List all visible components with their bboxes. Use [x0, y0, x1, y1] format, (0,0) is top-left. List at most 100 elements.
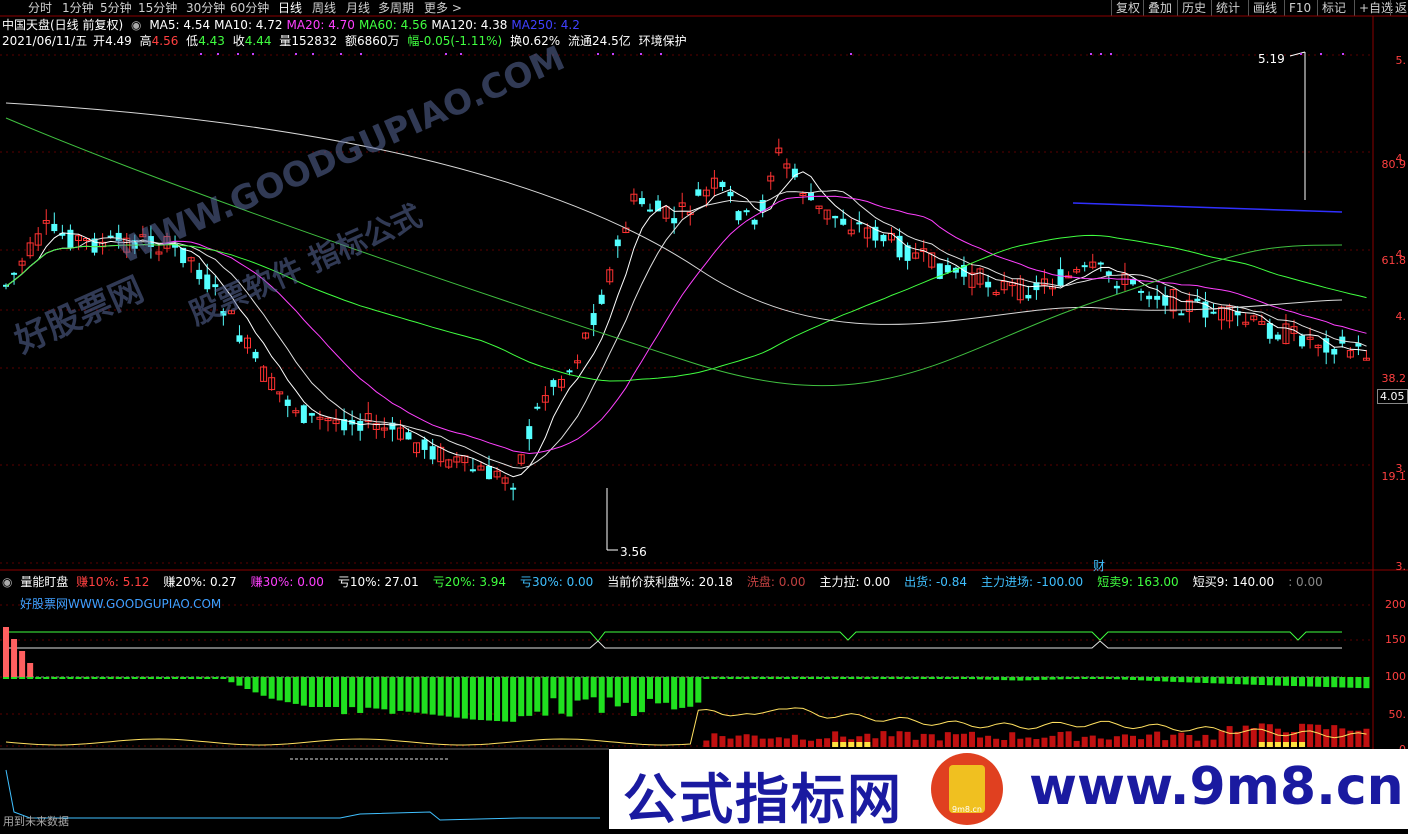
green-bar: [19, 677, 26, 679]
indicator-label-13: :: [1288, 575, 1297, 589]
green-bar: [1250, 677, 1257, 685]
green-bar: [1081, 677, 1088, 679]
green-bar: [59, 677, 66, 679]
green-bar: [1138, 677, 1145, 681]
candle-down: [236, 335, 243, 342]
indicator-settings-icon[interactable]: ◉: [2, 575, 12, 589]
green-bar: [469, 677, 476, 720]
indicator-label-8: 主力拉:: [819, 575, 864, 589]
green-bar: [1307, 677, 1314, 687]
green-bar: [502, 677, 509, 722]
red-bottom-bar: [816, 738, 823, 747]
price-axis-label: 4.: [1395, 310, 1407, 323]
green-bar: [590, 677, 597, 698]
future-data-note: 用到未来数据: [3, 815, 69, 828]
red-bottom-bar: [1331, 725, 1338, 747]
green-bar: [1363, 677, 1370, 689]
green-bar: [1186, 677, 1193, 683]
indicator-label-7: 洗盘:: [746, 575, 779, 589]
green-bar: [1017, 677, 1024, 681]
ad-banner[interactable]: 公式指标网 9m8.cn www.9m8.cn: [609, 749, 1408, 831]
green-bar: [534, 677, 541, 712]
green-bar: [985, 677, 992, 680]
finance-marker[interactable]: 财: [1093, 557, 1105, 574]
indicator-header: ◉ 量能盯盘 赚10%: 5.12 赚20%: 0.27 赚30%: 0.00 亏10…: [2, 574, 1341, 590]
chart-canvas[interactable]: [0, 0, 1408, 829]
green-bar: [252, 677, 259, 693]
green-bar: [840, 677, 847, 679]
green-bar: [1339, 677, 1346, 688]
green-bar: [647, 677, 653, 699]
red-bottom-bar: [1178, 732, 1185, 747]
signal-dot: [640, 53, 642, 55]
green-bar: [1274, 677, 1281, 686]
current-price-tag: 4.05: [1377, 389, 1408, 404]
green-bar: [622, 677, 629, 703]
green-bar: [1202, 677, 1209, 683]
green-bar: [872, 677, 879, 679]
green-bar: [341, 677, 348, 715]
green-bar: [1146, 677, 1153, 681]
green-bar: [300, 677, 307, 706]
green-bar: [308, 677, 315, 707]
green-bar: [1266, 677, 1273, 686]
ad-logo-icon: 9m8.cn: [931, 753, 1003, 825]
candle-down: [614, 239, 621, 247]
signal-dot: [1320, 53, 1322, 55]
green-bar: [453, 677, 460, 718]
candle-down: [357, 420, 364, 431]
green-bar: [1009, 677, 1016, 681]
red-bottom-bar: [775, 737, 782, 747]
candle-down: [985, 281, 992, 288]
green-bar: [582, 677, 589, 700]
yellow-bottom-bar: [1258, 742, 1265, 747]
green-bar: [1001, 677, 1008, 681]
green-bar: [11, 677, 18, 679]
candle-down: [695, 189, 702, 196]
red-bottom-bar: [824, 738, 831, 747]
yellow-bottom-bar: [1274, 742, 1281, 747]
green-bar: [180, 677, 187, 679]
green-bar: [123, 677, 130, 679]
candle-down: [1194, 298, 1201, 302]
green-bar: [244, 677, 251, 689]
indicator-value-4: 3.94: [479, 575, 507, 589]
green-bar: [510, 677, 517, 722]
green-bar: [896, 677, 903, 679]
white-top-line: [6, 640, 1342, 649]
green-bar: [542, 677, 549, 716]
pct-axis-label: 61.8: [1381, 254, 1407, 267]
red-bottom-bar: [783, 738, 790, 747]
indicator-value-10: -100.00: [1036, 575, 1084, 589]
green-bar: [1065, 677, 1072, 680]
green-bar: [1299, 677, 1306, 687]
candle-down: [308, 413, 315, 416]
signal-dot: [1100, 53, 1102, 55]
candle-down: [1210, 311, 1217, 314]
red-bottom-bar: [920, 733, 927, 747]
candle-down: [896, 235, 903, 258]
indicator-name[interactable]: 量能盯盘: [20, 575, 68, 589]
red-bottom-bar: [1194, 740, 1201, 747]
red-bottom-bar: [1218, 730, 1225, 747]
indicator-axis-label: 100: [1385, 670, 1406, 683]
green-bar: [172, 677, 179, 679]
green-bar: [389, 677, 396, 714]
signal-dot: [445, 53, 447, 55]
yellow-bottom-bar: [832, 742, 839, 747]
green-bar: [775, 677, 782, 679]
green-bar: [687, 677, 694, 707]
ad-left-text: 公式指标网: [623, 768, 903, 831]
red-bottom-bar: [791, 734, 798, 747]
green-bar: [325, 677, 331, 707]
green-bar: [51, 677, 58, 679]
signal-dot: [460, 53, 462, 55]
red-bottom-bar: [1162, 740, 1169, 747]
red-bottom-bar: [1065, 731, 1072, 747]
price-axis-label: 5.: [1395, 54, 1407, 67]
candle-down: [510, 487, 517, 490]
green-bar: [824, 677, 831, 679]
candle-down: [212, 284, 219, 288]
indicator-value-12: 140.00: [1232, 575, 1275, 589]
red-bottom-bar: [1146, 734, 1153, 747]
